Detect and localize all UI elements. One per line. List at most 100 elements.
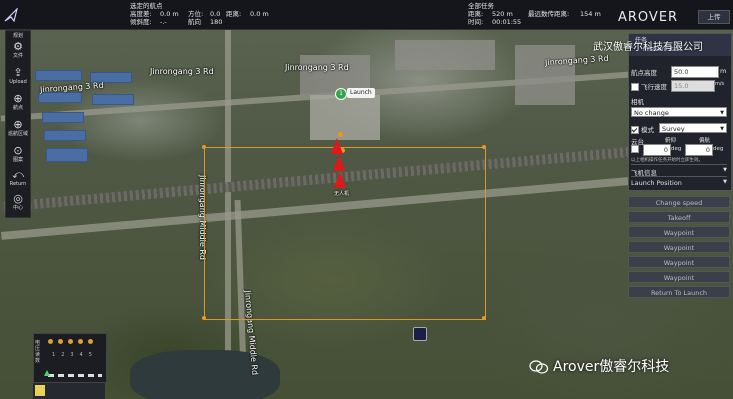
- survey-corner-handle[interactable]: [202, 316, 206, 320]
- upload-button[interactable]: 上传: [698, 10, 730, 24]
- chevron-down-icon: ▼: [720, 110, 724, 116]
- road-label: Jinrongang 3 Rd: [285, 63, 349, 72]
- gradient-value: -.-: [160, 18, 167, 26]
- selected-waypoint-header: 选定的航点: [130, 2, 163, 10]
- pattern-tool-label: 图案: [12, 157, 23, 163]
- status-dot: [88, 339, 93, 344]
- upload-tool-label: Upload: [9, 79, 27, 85]
- building: [46, 148, 88, 162]
- battery-panel-title: 电压读数: [35, 340, 41, 364]
- building: [42, 112, 84, 123]
- battery-panel: 电压读数 12345: [33, 333, 107, 383]
- alt-diff-value: 0.0 m: [160, 10, 179, 18]
- upload-icon: ⇪: [13, 66, 23, 79]
- launch-label: Launch: [347, 88, 375, 98]
- pattern-tool-button[interactable]: ⊙ 图案: [6, 143, 30, 167]
- toolbar-title: 规划: [12, 33, 23, 39]
- chevron-down-icon: ▼: [720, 126, 724, 132]
- building: [515, 45, 575, 105]
- status-dot: [58, 339, 63, 344]
- total-mission-header: 全部任务: [468, 2, 494, 10]
- survey-corner-handle[interactable]: [202, 145, 206, 149]
- yaw-unit: deg: [713, 146, 724, 152]
- watermark: Arover傲睿尔科技: [529, 356, 669, 376]
- azimuth-label: 航向: [188, 18, 201, 26]
- status-dot: [68, 339, 73, 344]
- pitch-unit: deg: [671, 146, 682, 152]
- yaw-label: 偏航: [699, 138, 711, 144]
- file-button[interactable]: ⚙ 文件: [6, 39, 30, 63]
- divider: [631, 164, 727, 165]
- mode-select[interactable]: Survey ▼: [659, 123, 727, 133]
- camera-select[interactable]: No change ▼: [631, 107, 727, 117]
- cell-label: 1: [52, 352, 56, 358]
- cell-label: 2: [61, 352, 65, 358]
- pattern-icon: ⊙: [13, 144, 23, 157]
- azimuth-value: 180: [210, 18, 223, 26]
- mission-item-waypoint[interactable]: Waypoint: [628, 256, 730, 268]
- plaza: [310, 95, 380, 140]
- return-tool-button[interactable]: ⤺ Return: [6, 167, 30, 191]
- distance-value: 0.0 m: [250, 10, 269, 18]
- total-distance-value: 520 m: [492, 10, 513, 18]
- center-icon: ◎: [13, 192, 23, 205]
- upload-tool-button[interactable]: ⇪ Upload: [6, 65, 30, 89]
- waypoint-alt-unit: m: [720, 67, 727, 75]
- chevron-down-icon: ▼: [723, 179, 727, 185]
- survey-icon: ⊕: [13, 118, 23, 131]
- alt-diff-label: 高度差:: [130, 10, 152, 18]
- status-dot: [48, 339, 53, 344]
- mission-item-takeoff[interactable]: Takeoff: [628, 211, 730, 223]
- satellite-map[interactable]: Jinrongang 3 Rd Jinrongang 3 Rd Jinronga…: [0, 0, 733, 399]
- launch-marker[interactable]: 1: [335, 88, 347, 100]
- battery-indicators: [48, 338, 104, 344]
- plan-toolbar: 规划 ⚙ 文件 ⇪ Upload ⊕ 航点 ⊕ 巡航区域 ⊙ 图案 ⤺ Retu…: [5, 30, 31, 218]
- pitch-label: 俯仰: [665, 138, 677, 144]
- yellow-tool-icon[interactable]: [35, 385, 45, 396]
- mission-item-waypoint[interactable]: Waypoint: [628, 271, 730, 283]
- bottom-mini-toolbar: [33, 383, 105, 399]
- heading-value: 0.0: [210, 10, 221, 18]
- mission-item-waypoint[interactable]: Waypoint: [628, 241, 730, 253]
- mission-item-waypoint[interactable]: Waypoint: [628, 226, 730, 238]
- watermark-text: Arover傲睿尔科技: [553, 359, 670, 375]
- gimbal-checkbox[interactable]: [631, 145, 639, 153]
- company-name: 武汉傲睿尔科技有限公司: [593, 42, 703, 53]
- gimbal-note: 以上相机操作任务开始时立即生效。: [631, 158, 703, 163]
- waypoint-tool-label: 航点: [12, 105, 23, 111]
- mode-checkbox[interactable]: [631, 126, 639, 134]
- survey-corner-handle[interactable]: [482, 316, 486, 320]
- building: [44, 130, 86, 141]
- top-status-bar: 选定的航点 高度差: 0.0 m 倾斜度: -.- 方位: 0.0 航向 180…: [0, 0, 733, 30]
- survey-tool-button[interactable]: ⊕ 巡航区域: [6, 117, 30, 141]
- mission-item-change-speed[interactable]: Change speed: [628, 196, 730, 208]
- flight-speed-input[interactable]: 15.0: [671, 80, 715, 92]
- center-tool-label: 中心: [12, 205, 23, 211]
- building: [35, 70, 82, 81]
- flight-speed-checkbox[interactable]: [631, 83, 639, 91]
- max-telemetry-value: 154 m: [580, 10, 601, 18]
- cell-label: 3: [70, 352, 74, 358]
- home-icon[interactable]: [413, 327, 427, 341]
- gradient-label: 倾斜度:: [130, 18, 152, 26]
- return-tool-label: Return: [9, 181, 27, 187]
- launch-position-toggle[interactable]: Launch Position ▼: [631, 179, 729, 187]
- mission-item-return-to-launch[interactable]: Return To Launch: [628, 286, 730, 298]
- waypoint-marker[interactable]: [338, 132, 343, 137]
- file-label: 文件: [12, 53, 23, 59]
- waypoint-tool-button[interactable]: ⊕ 航点: [6, 91, 30, 115]
- vehicle-icon[interactable]: [334, 172, 346, 188]
- survey-tool-label: 巡航区域: [7, 131, 28, 137]
- waypoint-alt-input[interactable]: 50.0: [671, 66, 719, 78]
- mission-start-panel: 任务 Mission Start 航点高度 50.0 m 飞行速度 15.0 m…: [628, 33, 732, 191]
- yaw-input[interactable]: 0: [685, 144, 713, 156]
- max-telemetry-label: 最远数传距离:: [528, 10, 570, 18]
- cell-label: 4: [79, 352, 83, 358]
- pitch-input[interactable]: 0: [643, 144, 671, 156]
- vehicle-label: 无人机: [334, 191, 350, 197]
- center-tool-button[interactable]: ◎ 中心: [6, 191, 30, 215]
- return-icon: ⤺: [12, 168, 24, 181]
- paper-plane-icon[interactable]: [4, 8, 18, 22]
- survey-corner-handle[interactable]: [482, 145, 486, 149]
- heading-label: 方位:: [188, 10, 204, 18]
